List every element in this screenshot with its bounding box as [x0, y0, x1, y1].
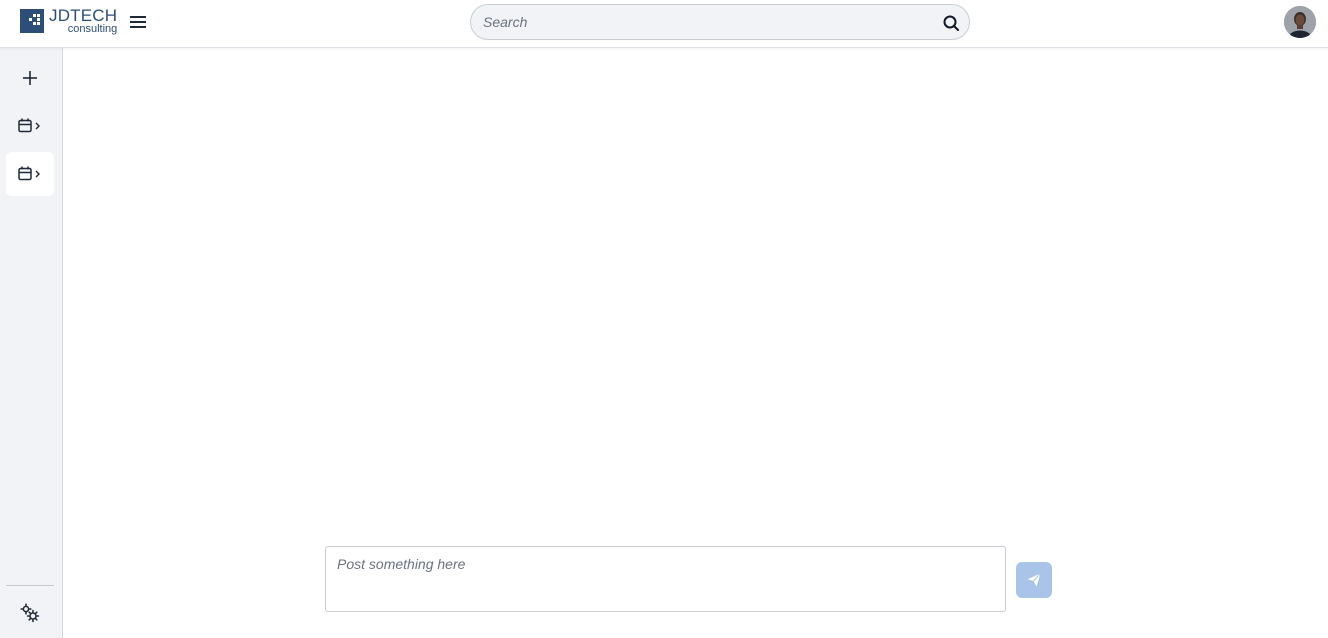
search-bar [470, 4, 970, 40]
settings-button[interactable] [6, 591, 54, 635]
settings-gears-icon [20, 603, 40, 623]
user-avatar[interactable] [1284, 6, 1316, 38]
search-icon[interactable] [942, 14, 960, 32]
new-item-button[interactable] [6, 56, 54, 100]
plus-icon [23, 71, 37, 85]
calendar-chevron-right-icon [18, 166, 40, 181]
sidebar [0, 48, 63, 638]
send-paper-plane-icon [1027, 573, 1041, 587]
send-button[interactable] [1016, 562, 1052, 598]
brand-logo[interactable]: JDTECH consulting [20, 6, 118, 35]
search-input[interactable] [471, 5, 969, 39]
sidebar-item-calendar-2[interactable] [6, 152, 54, 196]
logo-mark-icon [20, 9, 44, 33]
sidebar-item-calendar-1[interactable] [6, 104, 54, 148]
top-bar: JDTECH consulting [0, 0, 1328, 48]
brand-subtitle: consulting [67, 23, 118, 35]
post-input[interactable] [326, 547, 1005, 611]
hamburger-menu-icon[interactable] [128, 12, 148, 32]
sidebar-divider [6, 585, 54, 586]
brand-name: JDTECH [49, 6, 118, 25]
post-composer [325, 546, 1006, 612]
calendar-chevron-right-icon [18, 118, 40, 133]
